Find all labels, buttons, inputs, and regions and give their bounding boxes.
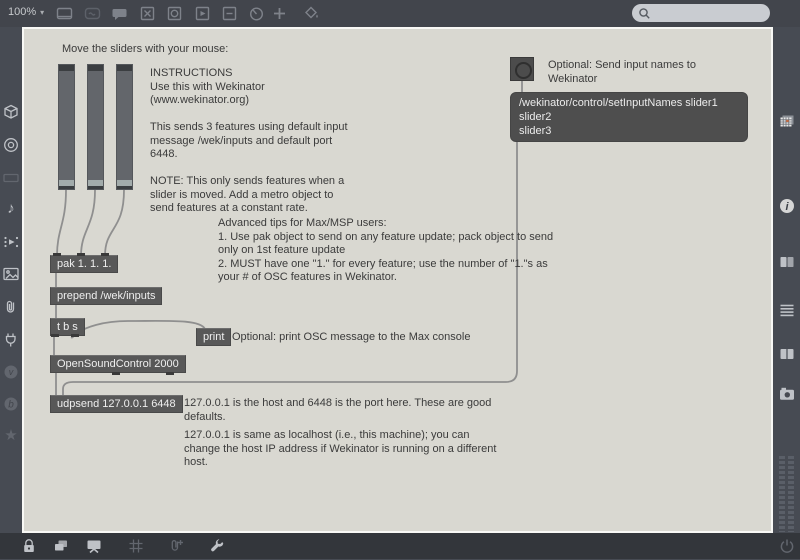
grid-palette-icon[interactable] bbox=[778, 113, 796, 131]
sidebar-pages-icon[interactable] bbox=[778, 253, 796, 271]
object-print[interactable]: print bbox=[196, 328, 232, 346]
right-sidebar: i bbox=[773, 27, 800, 533]
target-icon[interactable] bbox=[2, 136, 20, 154]
camera-icon[interactable] bbox=[778, 385, 796, 403]
pak-inlet-3 bbox=[101, 253, 109, 256]
trigger-outlet-s bbox=[71, 334, 79, 337]
presentation-icon[interactable] bbox=[85, 537, 103, 555]
max-patcher-window: { "topbar": { "zoom_label": "100%", "zoo… bbox=[0, 0, 800, 559]
layers-icon[interactable] bbox=[52, 537, 70, 555]
message-set-input-names[interactable]: /wekinator/control/setInputNames slider1… bbox=[510, 92, 748, 142]
zoom-level-control[interactable]: 100% ▾ bbox=[8, 6, 44, 18]
object-prepend[interactable]: prepend /wek/inputs bbox=[50, 287, 163, 305]
new-message-tool[interactable] bbox=[84, 5, 101, 22]
add-object-tool[interactable] bbox=[271, 5, 288, 22]
level-meters bbox=[779, 456, 795, 532]
cube-icon[interactable] bbox=[2, 103, 20, 121]
slider-1[interactable] bbox=[58, 64, 75, 190]
info-icon[interactable]: i bbox=[778, 197, 796, 215]
image-icon[interactable] bbox=[2, 265, 20, 283]
osc-outlet-2 bbox=[166, 372, 174, 375]
pak-inlet-1 bbox=[53, 253, 61, 256]
playlist-icon[interactable] bbox=[2, 233, 20, 251]
comment-advanced-tips: Advanced tips for Max/MSP users: 1. Use … bbox=[218, 217, 554, 283]
star-icon: ★ bbox=[4, 427, 18, 444]
grid-icon bbox=[127, 537, 145, 555]
search-icon bbox=[639, 7, 650, 19]
plug-icon[interactable] bbox=[2, 331, 20, 349]
svg-text:v: v bbox=[9, 367, 14, 377]
search-box[interactable] bbox=[632, 4, 770, 22]
list-icon[interactable] bbox=[778, 301, 796, 319]
object-udpsend[interactable]: udpsend 127.0.0.1 6448 bbox=[50, 395, 183, 413]
patcher-canvas: Move the sliders with your mouse: INSTRU… bbox=[22, 27, 773, 533]
wrench-icon[interactable] bbox=[208, 537, 226, 555]
osc-outlet-1 bbox=[112, 372, 120, 375]
left-sidebar: ♪ v b ★ bbox=[0, 27, 22, 533]
zoom-level-value: 100% bbox=[8, 6, 37, 18]
paint-mode-tool[interactable] bbox=[303, 5, 320, 22]
comment-move-sliders: Move the sliders with your mouse: bbox=[62, 43, 229, 55]
comment-send-names: Optional: Send input names to Wekinator bbox=[548, 59, 696, 85]
new-comment-tool[interactable] bbox=[111, 5, 128, 22]
trigger-outlet-b bbox=[51, 334, 59, 337]
slider-2[interactable] bbox=[87, 64, 104, 190]
book-icon[interactable] bbox=[778, 345, 796, 363]
slider-track-bottom bbox=[59, 186, 74, 189]
v-badge-icon: v bbox=[2, 363, 20, 381]
object-pak[interactable]: pak 1. 1. 1. bbox=[50, 255, 119, 273]
music-note-icon[interactable]: ♪ bbox=[2, 200, 20, 218]
cord-slider1-pak bbox=[56, 189, 67, 257]
comment-print-note: Optional: print OSC message to the Max c… bbox=[232, 331, 471, 343]
b-badge-icon: b bbox=[2, 395, 20, 413]
paperclip-icon[interactable] bbox=[2, 298, 20, 316]
bottom-toolbar bbox=[0, 533, 800, 559]
new-toggle-tool[interactable] bbox=[139, 5, 156, 22]
comment-udp-defaults: 127.0.0.1 is the host and 6448 is the po… bbox=[184, 397, 492, 423]
cord-tbs-print bbox=[70, 319, 206, 339]
slider-track bbox=[88, 71, 103, 180]
slider-track bbox=[117, 71, 132, 180]
slider-track bbox=[59, 71, 74, 180]
bang-button[interactable] bbox=[510, 57, 534, 81]
svg-text:b: b bbox=[8, 400, 14, 411]
slider-track-bottom bbox=[88, 186, 103, 189]
meter-left bbox=[779, 456, 785, 532]
cord-slider2-pak bbox=[80, 189, 96, 257]
power-icon[interactable] bbox=[778, 537, 796, 555]
bang-circle bbox=[515, 62, 532, 79]
top-toolbar: 100% ▾ bbox=[0, 0, 800, 31]
cord-slider3-pak bbox=[104, 189, 125, 257]
comment-udp-localhost: 127.0.0.1 is same as localhost (i.e., th… bbox=[184, 429, 497, 468]
zoom-dropdown-caret: ▾ bbox=[40, 7, 45, 17]
slider-3[interactable] bbox=[116, 64, 133, 190]
comment-instructions: INSTRUCTIONS Use this with Wekinator (ww… bbox=[150, 67, 348, 214]
paperclip-plus-icon bbox=[167, 537, 185, 555]
new-playbar-tool[interactable] bbox=[194, 5, 211, 31]
pak-inlet-2 bbox=[77, 253, 85, 256]
object-opensoundcontrol[interactable]: OpenSoundControl 2000 bbox=[50, 355, 186, 373]
meter-right bbox=[788, 456, 794, 532]
rectangle-icon bbox=[2, 169, 20, 187]
new-button-tool[interactable] bbox=[166, 5, 183, 31]
new-object-tool[interactable] bbox=[56, 5, 73, 22]
search-input[interactable] bbox=[651, 6, 760, 20]
lock-icon[interactable] bbox=[20, 537, 38, 555]
new-dial-tool[interactable] bbox=[248, 5, 265, 31]
new-number-box-tool[interactable] bbox=[221, 5, 238, 31]
slider-track-bottom bbox=[117, 186, 132, 189]
